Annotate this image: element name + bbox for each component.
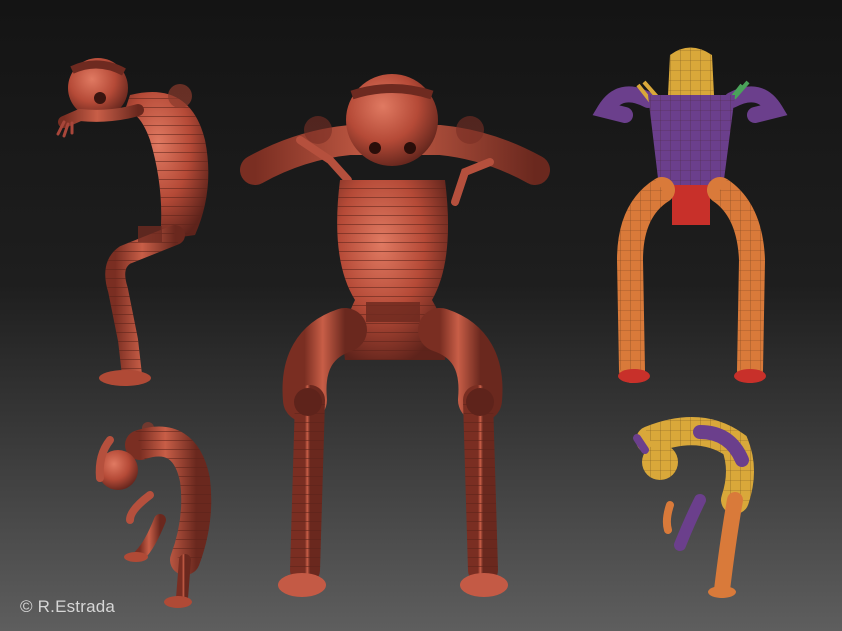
curled-pose-figure xyxy=(95,422,212,608)
render-stage xyxy=(56,47,788,608)
author-name: R.Estrada xyxy=(37,597,116,616)
polygroup-curled-figure xyxy=(633,417,754,598)
side-hunched-figure xyxy=(56,58,209,386)
front-crouch-figure xyxy=(240,74,550,597)
copyright-symbol: © xyxy=(20,597,33,616)
polygroup-front-figure xyxy=(592,47,788,383)
copyright-credit: © R.Estrada xyxy=(20,597,115,617)
